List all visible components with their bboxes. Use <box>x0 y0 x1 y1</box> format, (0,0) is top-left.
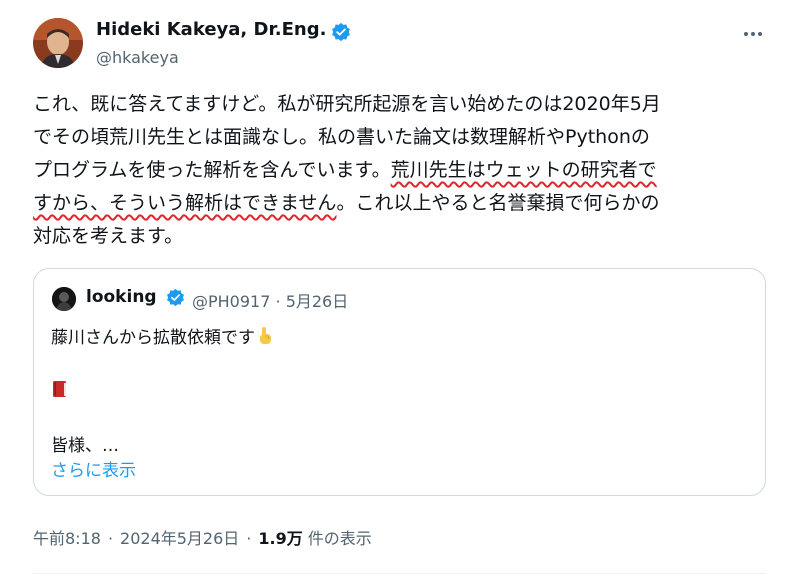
quoted-date[interactable]: 5月26日 <box>286 292 349 311</box>
tweet-text-segment: プログラムを使った解析を含んでいます。 <box>33 159 391 181</box>
author-avatar[interactable] <box>33 18 83 68</box>
tweet-text-line: でその頃荒川先生とは面識なし。私の書いた論文は数理解析やPythonの <box>33 126 650 148</box>
author-handle[interactable]: @hkakeya <box>96 48 179 67</box>
show-more-link[interactable]: さらに表示 <box>51 456 136 481</box>
quoted-tweet[interactable]: looking @PH0917 · 5月26日 藤川さんから拡散依頼です 皆様、… <box>33 268 766 496</box>
tweet-footer: 午前8:18 · 2024年5月26日 · 1.9万 件の表示 <box>33 525 372 549</box>
quoted-author-handle[interactable]: @PH0917 <box>192 292 270 311</box>
divider <box>33 573 766 574</box>
book-icon <box>53 381 66 397</box>
tweet-text-line: 対応を考えます。 <box>33 225 184 247</box>
tweet-text-line: プログラムを使った解析を含んでいます。荒川先生はウェットの研究者で <box>33 154 778 187</box>
quoted-text: 皆様、… <box>51 436 119 456</box>
quoted-text: 藤川さんから拡散依頼です <box>51 328 255 348</box>
underlined-text: 荒川先生はウェットの研究者で <box>390 159 657 181</box>
underlined-text: すから、そういう解析はできません <box>33 192 337 214</box>
quoted-text-line: 藤川さんから拡散依頼です <box>51 323 273 348</box>
tweet-text: これ、既に答えてますけど。私が研究所起源を言い始めたのは2020年5月 でその頃… <box>33 88 778 253</box>
tweet-text-segment: 。これ以上やると名誉棄損で何らかの <box>336 192 660 214</box>
more-dots-icon <box>744 32 762 36</box>
views-label[interactable]: 件の表示 <box>308 525 372 549</box>
tweet-text-line: これ、既に答えてますけど。私が研究所起源を言い始めたのは2020年5月 <box>33 93 661 115</box>
quoted-meta: @PH0917 · 5月26日 <box>192 288 348 312</box>
author-name[interactable]: Hideki Kakeya, Dr.Eng. <box>96 19 326 40</box>
quoted-author-name[interactable]: looking <box>86 287 157 307</box>
meta-separator: · <box>107 529 114 548</box>
pointing-finger-icon <box>260 327 271 344</box>
tweet-text-line: すから、そういう解析はできません。これ以上やると名誉棄損で何らかの <box>33 187 778 220</box>
quoted-author-avatar[interactable] <box>52 287 76 311</box>
tweet-time[interactable]: 午前8:18 <box>33 525 101 549</box>
views-count[interactable]: 1.9万 <box>258 525 302 549</box>
more-options-button[interactable] <box>738 24 768 44</box>
verified-badge-icon <box>167 288 184 307</box>
tweet-date[interactable]: 2024年5月26日 <box>120 525 239 549</box>
meta-separator: · <box>246 529 252 548</box>
tweet: Hideki Kakeya, Dr.Eng. @hkakeya これ、既に答えて… <box>0 0 800 584</box>
meta-separator: · <box>275 292 281 311</box>
verified-badge-icon[interactable] <box>331 22 351 42</box>
